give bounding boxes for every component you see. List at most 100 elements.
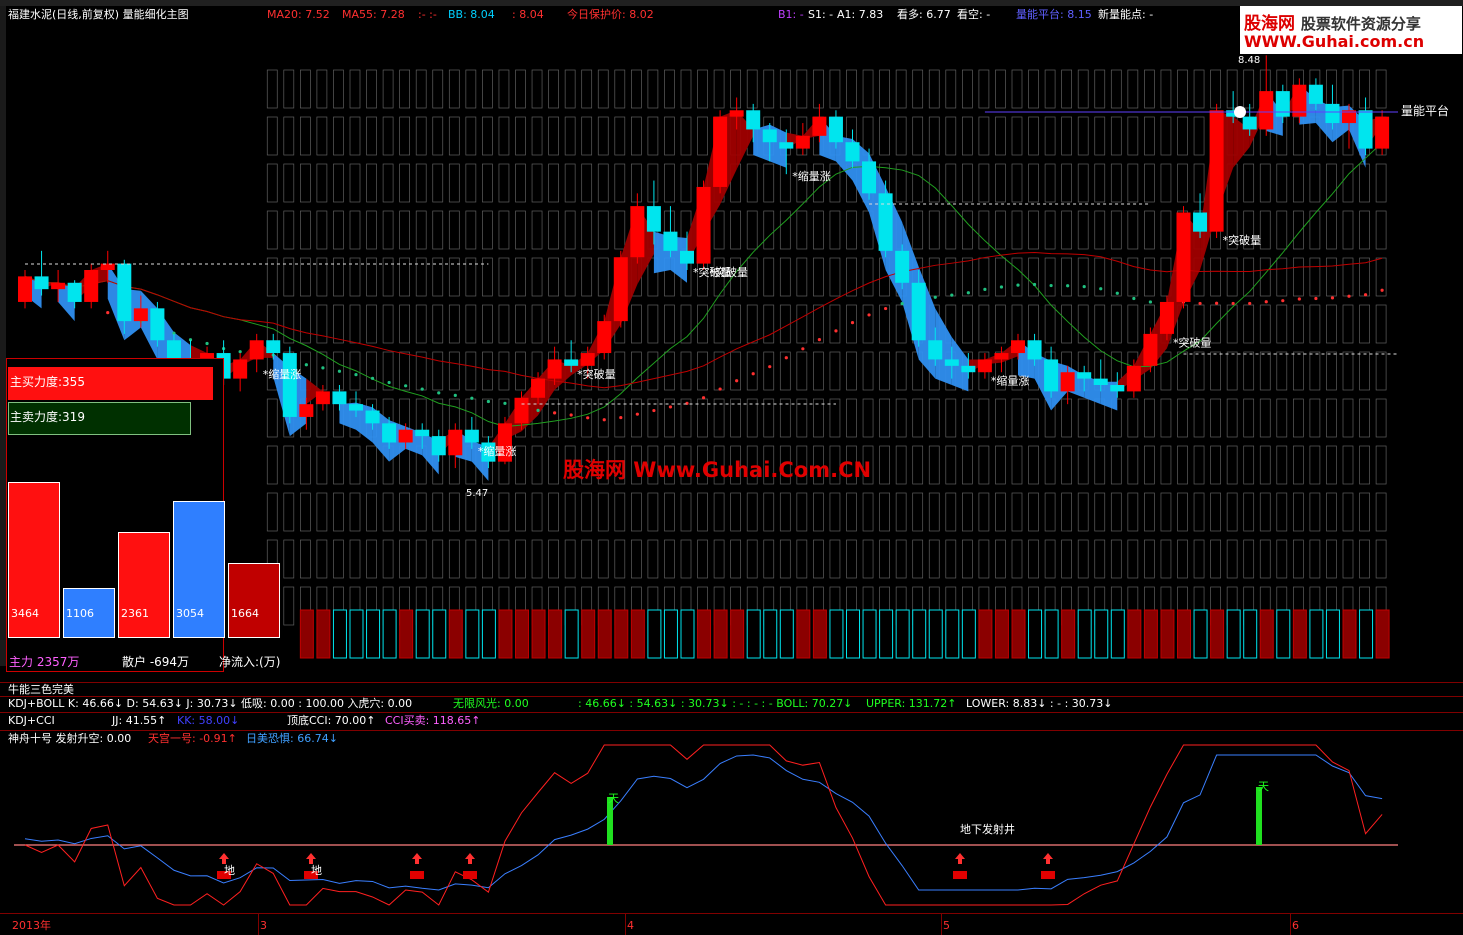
kdj-boll-row[interactable]: KDJ+BOLL K: 46.66↓ D: 54.63↓ J: 30.73↓ 低… — [8, 697, 412, 711]
volume-grid-cell — [995, 69, 1006, 109]
volume-grid-cell — [796, 539, 808, 579]
volume-grid-cell — [862, 116, 874, 156]
volume-grid-cell — [349, 445, 361, 485]
volume-grid-cell — [1326, 492, 1337, 532]
indicator-title-1[interactable]: 牛能三色完美 — [8, 683, 74, 697]
volume-grid-cell — [581, 539, 593, 579]
support-dot — [1082, 285, 1086, 289]
volume-bar — [879, 609, 894, 659]
volume-grid-cell — [482, 116, 493, 156]
volume-grid-cell — [829, 210, 841, 250]
volume-grid-cell — [647, 304, 659, 344]
volume-grid-cell — [1177, 445, 1188, 485]
volume-grid-cell — [1061, 116, 1073, 156]
volume-grid-cell — [1276, 351, 1288, 391]
volume-grid-cell — [945, 116, 957, 156]
volume-grid-cell — [713, 492, 725, 532]
volume-grid-cell — [879, 116, 890, 156]
volume-grid-cell — [713, 210, 725, 250]
candle-body — [1126, 365, 1141, 392]
volume-grid-cell — [763, 210, 775, 250]
support-dot — [1281, 299, 1285, 303]
candle-body — [1077, 372, 1092, 379]
volume-grid-cell — [664, 539, 675, 579]
volume-grid-cell — [564, 257, 576, 297]
volume-grid-cell — [1292, 257, 1304, 297]
volume-bar — [299, 609, 314, 659]
volume-grid-cell — [266, 492, 278, 532]
volume-grid-cell — [382, 304, 394, 344]
volume-grid-cell — [366, 210, 377, 250]
volume-grid-cell — [1259, 492, 1271, 532]
volume-grid-cell — [300, 492, 311, 532]
volume-grid-cell — [912, 492, 924, 532]
volume-grid-cell — [465, 539, 477, 579]
candle-body — [1176, 212, 1191, 302]
volume-grid-cell — [382, 163, 394, 203]
kanduo-value: 看多: 6.77 — [897, 8, 951, 21]
volume-grid-cell — [366, 492, 377, 532]
volume-grid-cell — [1193, 398, 1205, 438]
support-dot — [238, 350, 242, 354]
volume-grid-cell — [1375, 445, 1387, 485]
volume-bar — [912, 609, 927, 659]
candle-body — [630, 206, 645, 258]
volume-grid-cell — [382, 116, 394, 156]
shenzhou-row[interactable]: 神舟十号 发射升空: 0.00 — [8, 732, 131, 746]
candle-body — [580, 353, 595, 366]
volume-grid-cell — [664, 351, 675, 391]
volume-grid-cell — [1292, 210, 1304, 250]
candle-body — [34, 276, 49, 290]
support-dot — [1248, 301, 1252, 306]
volume-bar — [1160, 609, 1175, 659]
volume-grid-cell — [1193, 69, 1205, 109]
candle-body — [746, 110, 761, 130]
kdj-cci-title[interactable]: KDJ+CCI — [8, 714, 55, 728]
volume-grid-cell — [531, 492, 543, 532]
volume-grid-cell — [647, 163, 659, 203]
candle-body — [1143, 333, 1158, 366]
volume-grid-cell — [382, 492, 394, 532]
separator-1 — [0, 682, 1463, 683]
signal-tian-1: 天 — [608, 792, 619, 805]
platform-value: 量能平台: 8.15 — [1016, 8, 1092, 21]
volume-grid-cell — [961, 304, 973, 344]
candle-body — [299, 404, 314, 417]
volume-grid-cell — [300, 69, 311, 109]
volume-grid-cell — [1375, 69, 1387, 109]
candle-body — [646, 206, 661, 232]
volume-bar — [730, 609, 745, 659]
flow-bar: 3054 — [173, 500, 225, 638]
volume-grid-cell — [316, 351, 328, 391]
volume-grid-cell — [895, 69, 907, 109]
volume-grid-cell — [1011, 398, 1023, 438]
volume-bar — [1110, 609, 1125, 659]
volume-grid-cell — [1061, 257, 1073, 297]
volume-grid-cell — [283, 69, 295, 109]
volume-grid-cell — [515, 492, 526, 532]
volume-grid-cell — [448, 539, 460, 579]
volume-grid-cell — [630, 163, 642, 203]
separator-4 — [0, 730, 1463, 731]
di-signal-block — [1041, 871, 1055, 879]
volume-grid-cell — [879, 351, 890, 391]
volume-grid-cell — [283, 539, 295, 579]
volume-grid-cell — [531, 304, 543, 344]
volume-grid-cell — [1243, 539, 1255, 579]
volume-grid-cell — [531, 257, 543, 297]
volume-grid-cell — [796, 351, 808, 391]
volume-grid-cell — [349, 116, 361, 156]
volume-grid-cell — [945, 445, 957, 485]
volume-bar — [1259, 609, 1274, 659]
volume-grid-cell — [647, 116, 659, 156]
volume-grid-cell — [564, 492, 576, 532]
tian-signal-bar — [1256, 787, 1262, 845]
volume-grid-cell — [1375, 492, 1387, 532]
volume-grid-cell — [333, 539, 344, 579]
volume-grid-cell — [978, 116, 990, 156]
volume-grid-cell — [266, 69, 278, 109]
volume-grid-cell — [1276, 445, 1288, 485]
volume-grid-cell — [647, 492, 659, 532]
volume-grid-cell — [647, 69, 659, 109]
volume-grid-cell — [382, 539, 394, 579]
